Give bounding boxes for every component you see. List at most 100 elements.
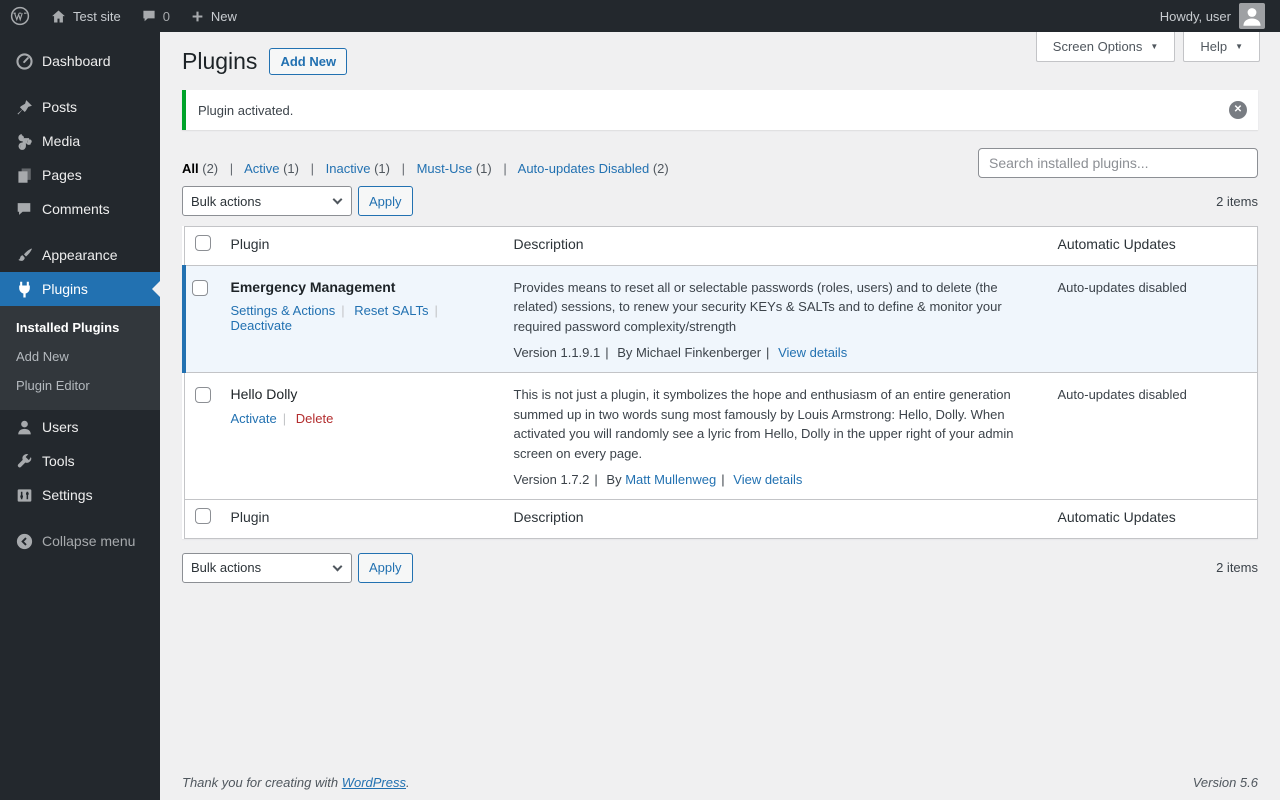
search-plugins-input[interactable] xyxy=(978,148,1258,178)
column-footer-description: Description xyxy=(503,499,1048,539)
plugin-icon xyxy=(14,279,34,299)
comment-bubble-icon xyxy=(143,10,155,22)
sidebar-item-users[interactable]: Users xyxy=(0,410,160,444)
wordpress-link[interactable]: WordPress xyxy=(342,775,406,790)
sidebar-item-tools[interactable]: Tools xyxy=(0,444,160,478)
plugin-status-filters: All (2) Active (1) Inactive (1) Must-Use… xyxy=(182,161,669,178)
search-box xyxy=(978,148,1258,178)
plugin-activated-notice: Plugin activated. ✕ xyxy=(182,90,1258,130)
menu-spacer xyxy=(0,78,160,90)
home-icon xyxy=(52,10,65,22)
sidebar-item-appearance[interactable]: Appearance xyxy=(0,238,160,272)
apply-button[interactable]: Apply xyxy=(358,186,413,216)
sidebar-item-plugins[interactable]: Plugins xyxy=(0,272,160,306)
new-content-link[interactable]: New xyxy=(180,0,247,32)
row-checkbox[interactable] xyxy=(192,279,208,296)
add-new-plugin-button[interactable]: Add New xyxy=(269,47,348,75)
sidebar-label-pages: Pages xyxy=(42,167,82,183)
sidebar-item-pages[interactable]: Pages xyxy=(0,158,160,192)
pushpin-icon xyxy=(14,97,34,117)
menu-spacer xyxy=(0,512,160,524)
column-header-plugin: Plugin xyxy=(220,226,504,266)
items-count: 2 items xyxy=(1216,193,1258,209)
view-details-link[interactable]: View details xyxy=(733,472,802,487)
row-checkbox[interactable] xyxy=(194,387,211,404)
notice-message: Plugin activated. xyxy=(198,102,294,118)
filter-inactive-link[interactable]: Inactive (1) xyxy=(326,161,390,176)
filter-must-use-label: Must-Use xyxy=(416,161,473,176)
screen-meta-links: Screen Options ▼ Help ▼ xyxy=(1035,32,1260,62)
filter-must-use-link[interactable]: Must-Use (1) xyxy=(417,161,492,176)
auto-updates-status: Auto-updates disabled xyxy=(1047,372,1258,501)
plugin-version: Version 1.1.9.1 xyxy=(514,345,614,360)
select-all-checkbox[interactable] xyxy=(194,508,211,525)
plugin-name: Hello Dolly xyxy=(230,386,298,403)
sidebar-label-appearance: Appearance xyxy=(42,247,118,263)
wordpress-logo-icon xyxy=(10,6,30,26)
submenu-item-plugin-editor[interactable]: Plugin Editor xyxy=(0,371,160,400)
settings-actions-link[interactable]: Settings & Actions xyxy=(231,303,336,318)
sidebar-label-plugins: Plugins xyxy=(42,281,88,297)
plugin-author-prefix: By xyxy=(606,472,622,488)
admin-footer: Thank you for creating with WordPress. V… xyxy=(182,775,1258,790)
sidebar-label-media: Media xyxy=(42,133,81,149)
filter-all-count: (2) xyxy=(202,161,219,176)
filter-all-label: All xyxy=(182,161,199,176)
sidebar-item-settings[interactable]: Settings xyxy=(0,478,160,512)
filter-auto-updates-disabled-link[interactable]: Auto-updates Disabled (2) xyxy=(518,161,669,176)
bulk-actions-select[interactable]: Bulk actions xyxy=(182,186,352,216)
footer-period: . xyxy=(406,775,410,790)
filter-active-link[interactable]: Active (1) xyxy=(244,161,299,176)
items-count: 2 items xyxy=(1216,560,1258,576)
reset-salts-link[interactable]: Reset SALTs xyxy=(354,303,428,318)
filter-active-label: Active xyxy=(244,161,280,176)
screen-options-label: Screen Options xyxy=(1052,39,1143,54)
select-all-checkbox[interactable] xyxy=(194,235,211,251)
help-button[interactable]: Help ▼ xyxy=(1183,32,1260,62)
wrench-icon xyxy=(14,451,34,471)
table-row-emergency-management: Emergency Management Settings & Actions … xyxy=(182,265,1258,374)
plugin-description: This is not just a plugin, it symbolizes… xyxy=(513,387,1014,461)
plus-icon xyxy=(192,11,203,21)
filter-must-use-count: (1) xyxy=(475,161,492,176)
chevron-down-icon: ▼ xyxy=(1150,42,1159,51)
wordpress-logo-menu[interactable] xyxy=(0,0,40,32)
submenu-item-add-new[interactable]: Add New xyxy=(0,342,160,371)
column-footer-plugin: Plugin xyxy=(220,499,504,539)
deactivate-link[interactable]: Deactivate xyxy=(231,318,292,333)
filter-auto-updates-disabled-label: Auto-updates Disabled xyxy=(517,161,650,176)
dashboard-icon xyxy=(14,51,34,71)
admin-bar: Test site 0 New Howdy, user xyxy=(0,0,1280,32)
filter-all-link[interactable]: All (2) xyxy=(182,161,218,176)
howdy-label: Howdy, user xyxy=(1159,8,1231,24)
tablenav-bottom: Bulk actions Apply 2 items xyxy=(182,552,1258,583)
collapse-menu-button[interactable]: Collapse menu xyxy=(0,524,160,558)
sidebar-item-dashboard[interactable]: Dashboard xyxy=(0,44,160,78)
column-footer-automatic-updates: Automatic Updates xyxy=(1047,499,1258,539)
sidebar-item-comments[interactable]: Comments xyxy=(0,192,160,226)
author-link[interactable]: Matt Mullenweg xyxy=(625,472,716,487)
tablenav-top: Bulk actions Apply 2 items xyxy=(182,186,1258,216)
bulk-actions-select-bottom[interactable]: Bulk actions xyxy=(182,552,352,583)
apply-button-bottom[interactable]: Apply xyxy=(358,552,413,583)
view-details-link[interactable]: View details xyxy=(778,345,847,360)
footer-thanks-text: Thank you for creating with xyxy=(182,775,339,790)
table-row-hello-dolly: Hello Dolly Activate Delete This is not … xyxy=(184,372,1258,501)
dismiss-notice-button[interactable]: ✕ xyxy=(1229,101,1247,119)
delete-link[interactable]: Delete xyxy=(296,411,334,426)
sidebar-item-media[interactable]: Media xyxy=(0,124,160,158)
close-icon: ✕ xyxy=(1233,104,1243,115)
site-name-link[interactable]: Test site xyxy=(40,0,131,32)
main-content: Screen Options ▼ Help ▼ Plugins Add New … xyxy=(160,32,1280,800)
comments-bubble-link[interactable]: 0 xyxy=(131,0,180,32)
menu-spacer xyxy=(0,32,160,44)
help-label: Help xyxy=(1200,39,1228,54)
plugin-description: Provides means to reset all or selectabl… xyxy=(513,279,1002,334)
my-account-link[interactable]: Howdy, user xyxy=(1153,3,1272,29)
sidebar-item-posts[interactable]: Posts xyxy=(0,90,160,124)
screen-options-button[interactable]: Screen Options ▼ xyxy=(1035,32,1176,62)
media-icon xyxy=(14,131,34,151)
activate-link[interactable]: Activate xyxy=(231,411,277,426)
submenu-item-installed-plugins[interactable]: Installed Plugins xyxy=(0,313,160,342)
avatar xyxy=(1239,3,1265,29)
